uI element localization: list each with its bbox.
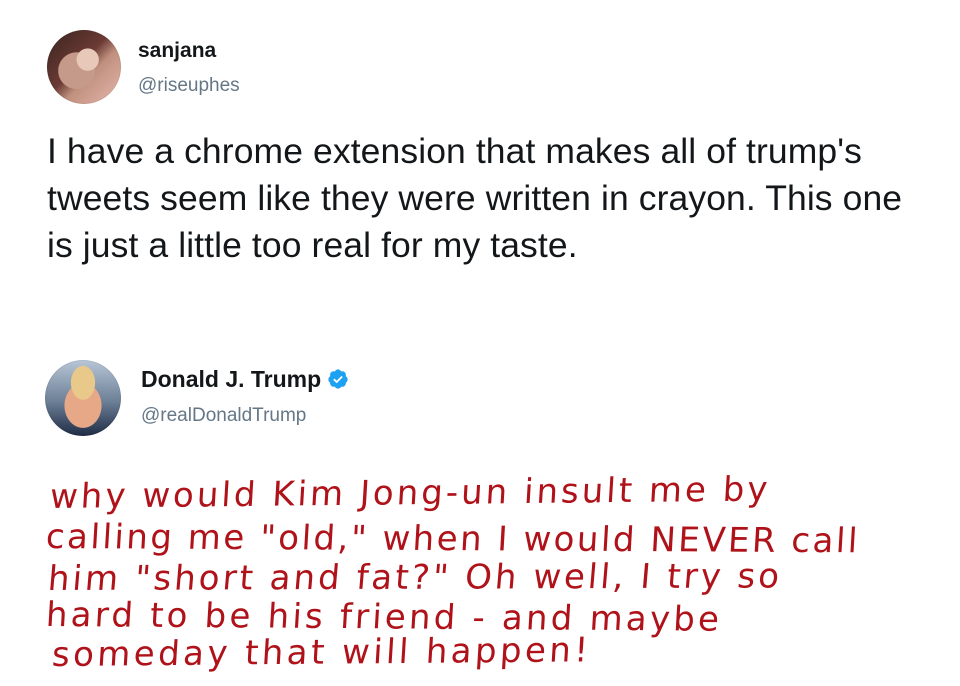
crayon-line: someday that will happen!	[50, 630, 593, 676]
quoted-author-name[interactable]: Donald J. Trump	[141, 368, 349, 391]
tweet-text: I have a chrome extension that makes all…	[47, 131, 903, 265]
author-handle[interactable]: @riseuphes	[138, 76, 240, 95]
verified-badge-icon	[328, 369, 348, 389]
tweet-screenshot: sanjana @riseuphes I have a chrome exten…	[0, 0, 960, 686]
avatar-photo-icon	[47, 30, 121, 104]
quoted-avatar[interactable]	[45, 360, 121, 436]
crayon-tweet-text: why would Kim Jong-un insult me by calli…	[0, 469, 960, 686]
quoted-author-name-label: Donald J. Trump	[141, 366, 322, 392]
crayon-line: why would Kim Jong-un insult me by	[48, 469, 772, 518]
quoted-author-handle[interactable]: @realDonaldTrump	[141, 406, 306, 425]
crayon-line: hard to be his friend - and maybe	[44, 595, 724, 640]
crayon-line: him "short and fat?" Oh well, I try so	[46, 556, 784, 600]
avatar-photo-icon	[45, 360, 121, 436]
author-name[interactable]: sanjana	[138, 40, 216, 61]
avatar[interactable]	[47, 30, 121, 104]
crayon-line: calling me "old," when I would NEVER cal…	[44, 517, 861, 562]
